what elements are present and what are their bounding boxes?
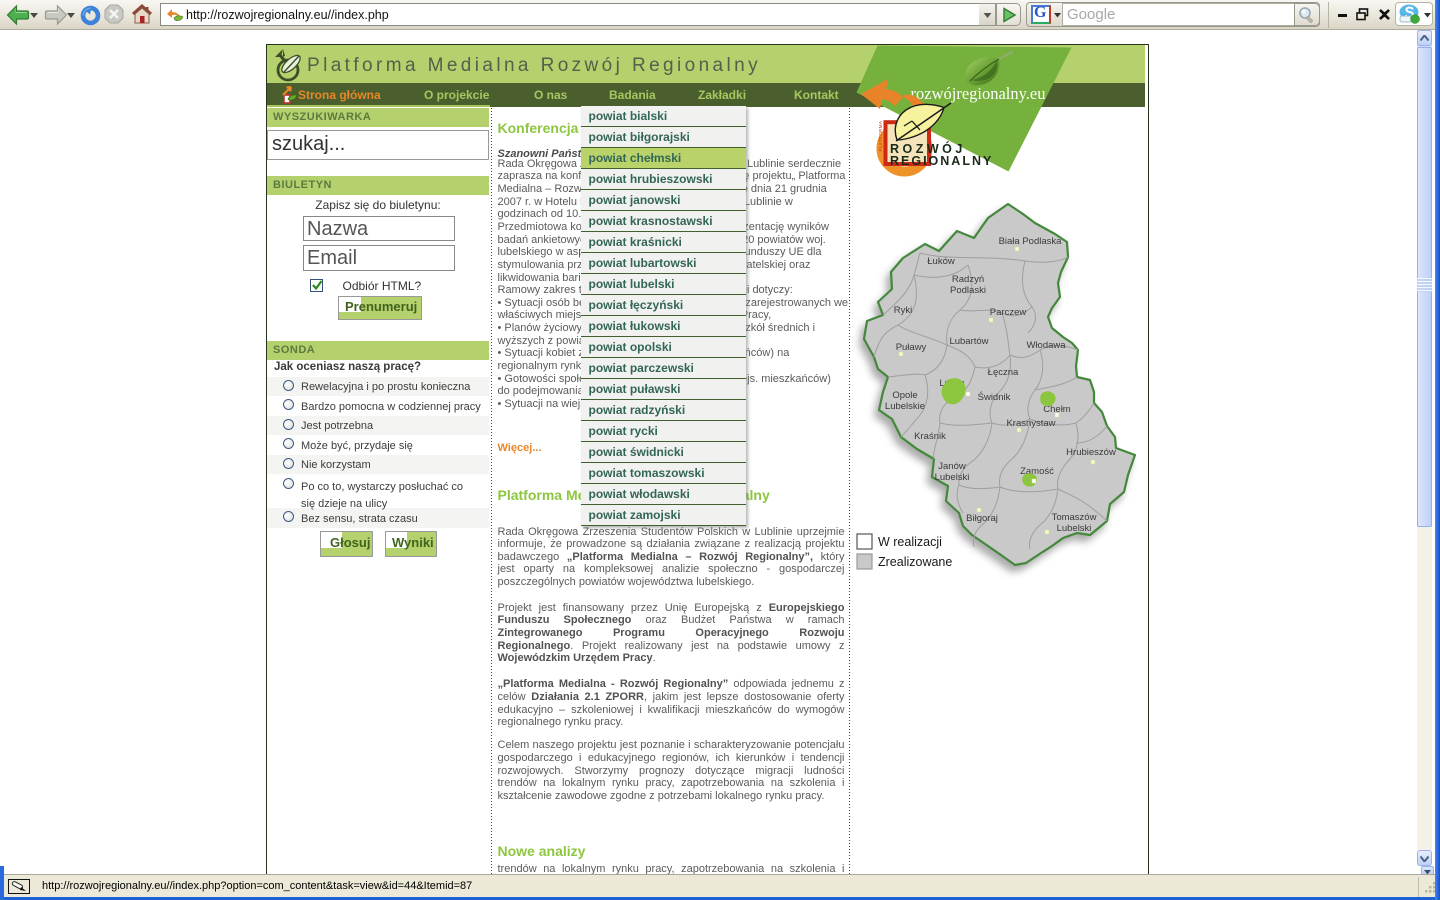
svg-text:Tomaszów: Tomaszów: [1051, 512, 1096, 523]
svg-text:Łęczna: Łęczna: [987, 367, 1018, 378]
svg-text:Janów: Janów: [938, 461, 966, 472]
svg-text:Łuków: Łuków: [927, 256, 955, 267]
svg-text:Opole: Opole: [892, 390, 917, 401]
svg-text:Lubartów: Lubartów: [949, 336, 988, 347]
svg-text:Świdnik: Świdnik: [977, 391, 1010, 403]
svg-text:W realizacji: W realizacji: [878, 535, 942, 549]
svg-text:Parczew: Parczew: [989, 307, 1026, 318]
svg-text:Lubelski: Lubelski: [1056, 523, 1091, 534]
svg-text:Zrealizowane: Zrealizowane: [878, 555, 952, 569]
svg-text:Biała Podlaska: Biała Podlaska: [998, 236, 1062, 247]
svg-text:Hrubieszów: Hrubieszów: [1066, 447, 1116, 458]
svg-text:Radzyń: Radzyń: [951, 274, 983, 285]
svg-text:Podlaski: Podlaski: [950, 285, 986, 296]
svg-text:Lubelski: Lubelski: [934, 472, 969, 483]
svg-text:Biłgoraj: Biłgoraj: [966, 513, 998, 524]
svg-text:Kraśnik: Kraśnik: [914, 431, 946, 442]
svg-text:Włodawa: Włodawa: [1026, 340, 1066, 351]
svg-text:Puławy: Puławy: [895, 342, 926, 353]
svg-text:Lubelskie: Lubelskie: [884, 401, 924, 412]
svg-text:Ryki: Ryki: [893, 305, 911, 316]
svg-text:Krasnystaw: Krasnystaw: [1006, 418, 1055, 429]
